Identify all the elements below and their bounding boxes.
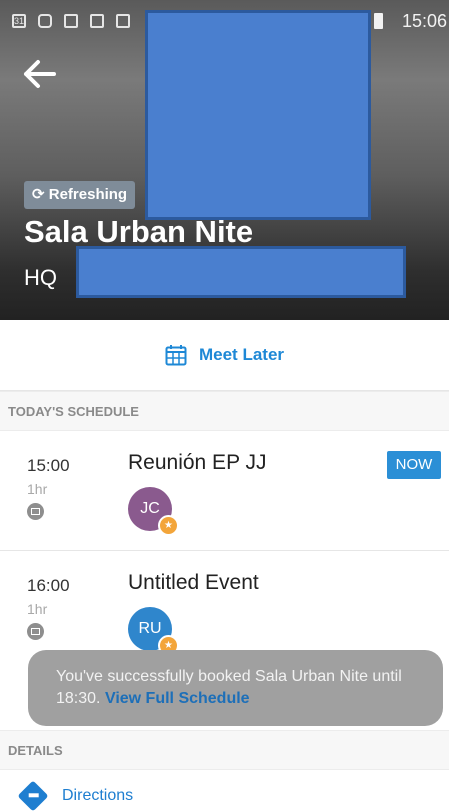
- todays-schedule-header: TODAY'S SCHEDULE: [0, 391, 449, 431]
- youtube-icon: [38, 14, 52, 28]
- event-time: 16:00: [27, 576, 70, 595]
- status-time: 15:06: [401, 11, 447, 31]
- gallery-icon: [64, 14, 78, 28]
- refresh-icon: ⟳: [32, 186, 45, 203]
- room-location: HQ: [24, 265, 57, 290]
- calendar-icon: [27, 623, 44, 640]
- directions-icon: [17, 780, 49, 812]
- calendar-icon: [27, 503, 44, 520]
- refresh-chip-label: Refreshing: [48, 186, 128, 203]
- booking-toast: You've successfully booked Sala Urban Ni…: [28, 650, 443, 726]
- back-arrow-icon[interactable]: [22, 58, 58, 90]
- gmail-icon: [90, 14, 104, 28]
- refresh-chip: ⟳ Refreshing: [24, 181, 136, 209]
- event-title: Reunión EP JJ: [128, 451, 267, 474]
- event-duration: 1hr: [27, 481, 48, 497]
- back-arrow-svg: [24, 60, 56, 88]
- directions-label: Directions: [62, 787, 134, 804]
- view-full-schedule-link[interactable]: View Full Schedule: [105, 690, 250, 707]
- battery-icon: [374, 13, 383, 29]
- event-duration: 1hr: [27, 601, 48, 617]
- redaction-box: [145, 10, 371, 220]
- event-time: 15:00: [27, 456, 70, 475]
- calendar-app-icon: 31: [12, 14, 26, 28]
- directions-link[interactable]: Directions: [17, 780, 134, 812]
- event-title: Untitled Event: [128, 571, 259, 594]
- room-header: 31 15:06 ⟳ Refreshing Sala Urban Nite HQ: [0, 0, 449, 320]
- notification-icon: [116, 14, 130, 28]
- calendar-icon: [165, 345, 187, 366]
- meet-later-label: Meet Later: [198, 345, 285, 364]
- meet-later-button[interactable]: Meet Later: [0, 320, 449, 391]
- star-icon: ★: [158, 515, 179, 536]
- details-header: DETAILS: [0, 730, 449, 770]
- redaction-box: [76, 246, 406, 298]
- now-badge: NOW: [387, 451, 441, 479]
- event-row[interactable]: 15:00 1hr Reunión EP JJ JC ★: [0, 431, 449, 551]
